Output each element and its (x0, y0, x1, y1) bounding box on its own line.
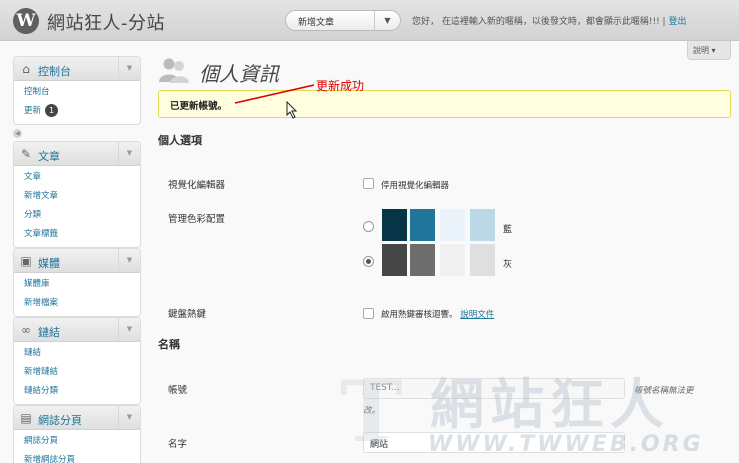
link-icon: ∞ (21, 323, 31, 337)
notice-text: 已更新帳號。 (170, 101, 228, 112)
mouse-cursor-icon (286, 101, 298, 119)
menu-posts: ✎ 文章 ▼ 文章 新增文章 分類 文章標籤 (13, 141, 141, 248)
visual-editor-checkbox-label[interactable]: 停用視覺化編輯器 (381, 179, 449, 191)
users-icon (159, 58, 189, 83)
user-greeting: 您好， 在這裡輸入新的暱稱，以後發文時，都會顯示此暱稱!!! | 登出 (412, 14, 686, 27)
menu-dashboard: ⌂ 控制台 ▼ 控制台 更新 1 (13, 56, 141, 125)
swatch (382, 209, 407, 241)
home-icon: ⌂ (22, 62, 30, 76)
logout-link[interactable]: 登出 (668, 17, 686, 27)
collapse-arrow-icon[interactable]: ▼ (118, 57, 140, 80)
menu-head-dashboard[interactable]: ⌂ 控制台 ▼ (14, 57, 140, 81)
collapse-arrow-icon[interactable]: ▼ (118, 142, 140, 165)
menu-separator: ◀ (13, 125, 141, 141)
color-scheme-label: 管理色彩配置 (168, 214, 226, 225)
menu-head-links[interactable]: ∞ 鏈結 ▼ (14, 318, 140, 342)
pin-icon: ✎ (20, 147, 32, 161)
menu-item-add-link[interactable]: 新增鏈結 (24, 363, 140, 382)
scheme-blue-label[interactable]: 藍 (503, 222, 512, 235)
swatch (410, 244, 435, 276)
section-personal-options: 個人選項 (158, 134, 202, 147)
page-title: 個人資訊 (199, 62, 279, 86)
shortcuts-text[interactable]: 啟用熱鍵審核迴響。 (381, 310, 458, 320)
update-notice: 已更新帳號。 (158, 90, 731, 118)
menu-item-links[interactable]: 鏈結 (24, 344, 140, 363)
menu-item-tags[interactable]: 文章標籤 (24, 225, 140, 244)
update-count-badge: 1 (45, 104, 59, 117)
admin-header: W 網站狂人-分站 新增文章 ▼ 您好， 在這裡輸入新的暱稱，以後發文時，都會顯… (0, 0, 739, 41)
page-icon: ▤ (20, 411, 32, 425)
menu-links: ∞ 鏈結 ▼ 鏈結 新增鏈結 鏈結分類 (13, 317, 141, 405)
username-description: 帳號名稱無法更 (634, 386, 694, 396)
menu-title[interactable]: 媒體 (38, 255, 60, 271)
menu-title[interactable]: 文章 (38, 148, 60, 164)
visual-editor-label: 視覺化編輯器 (168, 180, 226, 191)
site-title[interactable]: 網站狂人-分站 (47, 9, 165, 35)
section-name: 名稱 (158, 338, 180, 351)
keyboard-shortcuts-checkbox[interactable] (363, 308, 374, 319)
shortcuts-docs-link[interactable]: 說明文件 (460, 310, 494, 320)
username-input[interactable]: TEST... (363, 378, 625, 399)
menu-item-updates-label[interactable]: 更新 (24, 106, 41, 116)
menu-title[interactable]: 鏈結 (38, 324, 60, 340)
menu-item-updates[interactable]: 更新 1 (24, 102, 140, 121)
scheme-gray-label[interactable]: 灰 (503, 257, 512, 270)
firstname-input[interactable]: 網站 (363, 432, 625, 453)
menu-pages: ▤ 網誌分頁 ▼ 網誌分頁 新增網誌分頁 (13, 405, 141, 463)
swatch (382, 244, 407, 276)
new-post-dropdown[interactable]: 新增文章 ▼ (285, 10, 401, 31)
swatch (470, 244, 495, 276)
collapse-menu-icon[interactable]: ◀ (13, 129, 22, 138)
visual-editor-checkbox[interactable] (363, 178, 374, 189)
menu-item-dashboard[interactable]: 控制台 (24, 83, 140, 102)
menu-item-new-post[interactable]: 新增文章 (24, 187, 140, 206)
username-label: 帳號 (168, 385, 188, 396)
admin-sidebar: ⌂ 控制台 ▼ 控制台 更新 1 ◀ ✎ 文章 ▼ 文章 新增文章 分類 文章標籤… (13, 56, 141, 463)
scheme-blue-radio[interactable] (363, 221, 374, 232)
menu-title[interactable]: 網誌分頁 (38, 412, 82, 428)
menu-title[interactable]: 控制台 (38, 63, 71, 79)
menu-item-link-categories[interactable]: 鏈結分類 (24, 382, 140, 401)
watermark-text: 網站狂人 (430, 373, 670, 436)
menu-item-posts[interactable]: 文章 (24, 168, 140, 187)
menu-item-pages[interactable]: 網誌分頁 (24, 432, 140, 451)
menu-head-posts[interactable]: ✎ 文章 ▼ (14, 142, 140, 166)
swatch (440, 244, 465, 276)
collapse-arrow-icon[interactable]: ▼ (118, 406, 140, 429)
new-post-label[interactable]: 新增文章 (298, 15, 334, 28)
keyboard-shortcuts-label: 鍵盤熱鍵 (168, 309, 207, 320)
collapse-arrow-icon[interactable]: ▼ (118, 318, 140, 341)
scheme-gray-radio[interactable] (363, 256, 374, 267)
swatch (440, 209, 465, 241)
menu-item-add-page[interactable]: 新增網誌分頁 (24, 451, 140, 463)
menu-item-add-media[interactable]: 新增檔案 (24, 294, 140, 313)
help-tab[interactable]: 說明 ▾ (687, 41, 731, 60)
wordpress-logo-icon[interactable]: W (13, 8, 39, 34)
menu-head-media[interactable]: ▣ 媒體 ▼ (14, 249, 140, 273)
greeting-text[interactable]: 您好， 在這裡輸入新的暱稱，以後發文時，都會顯示此暱稱!!! | (412, 17, 666, 27)
menu-media: ▣ 媒體 ▼ 媒體庫 新增檔案 (13, 248, 141, 317)
swatch (410, 209, 435, 241)
media-icon: ▣ (20, 254, 32, 268)
menu-item-categories[interactable]: 分類 (24, 206, 140, 225)
collapse-arrow-icon[interactable]: ▼ (118, 249, 140, 272)
menu-head-pages[interactable]: ▤ 網誌分頁 ▼ (14, 406, 140, 430)
menu-item-library[interactable]: 媒體庫 (24, 275, 140, 294)
firstname-label: 名字 (168, 439, 188, 450)
username-description-cont: 改。 (363, 406, 381, 416)
keyboard-shortcuts-checkbox-label[interactable]: 啟用熱鍵審核迴響。 說明文件 (381, 308, 494, 320)
swatch (470, 209, 495, 241)
annotation-label: 更新成功 (316, 79, 365, 93)
chevron-down-icon[interactable]: ▼ (374, 11, 400, 30)
